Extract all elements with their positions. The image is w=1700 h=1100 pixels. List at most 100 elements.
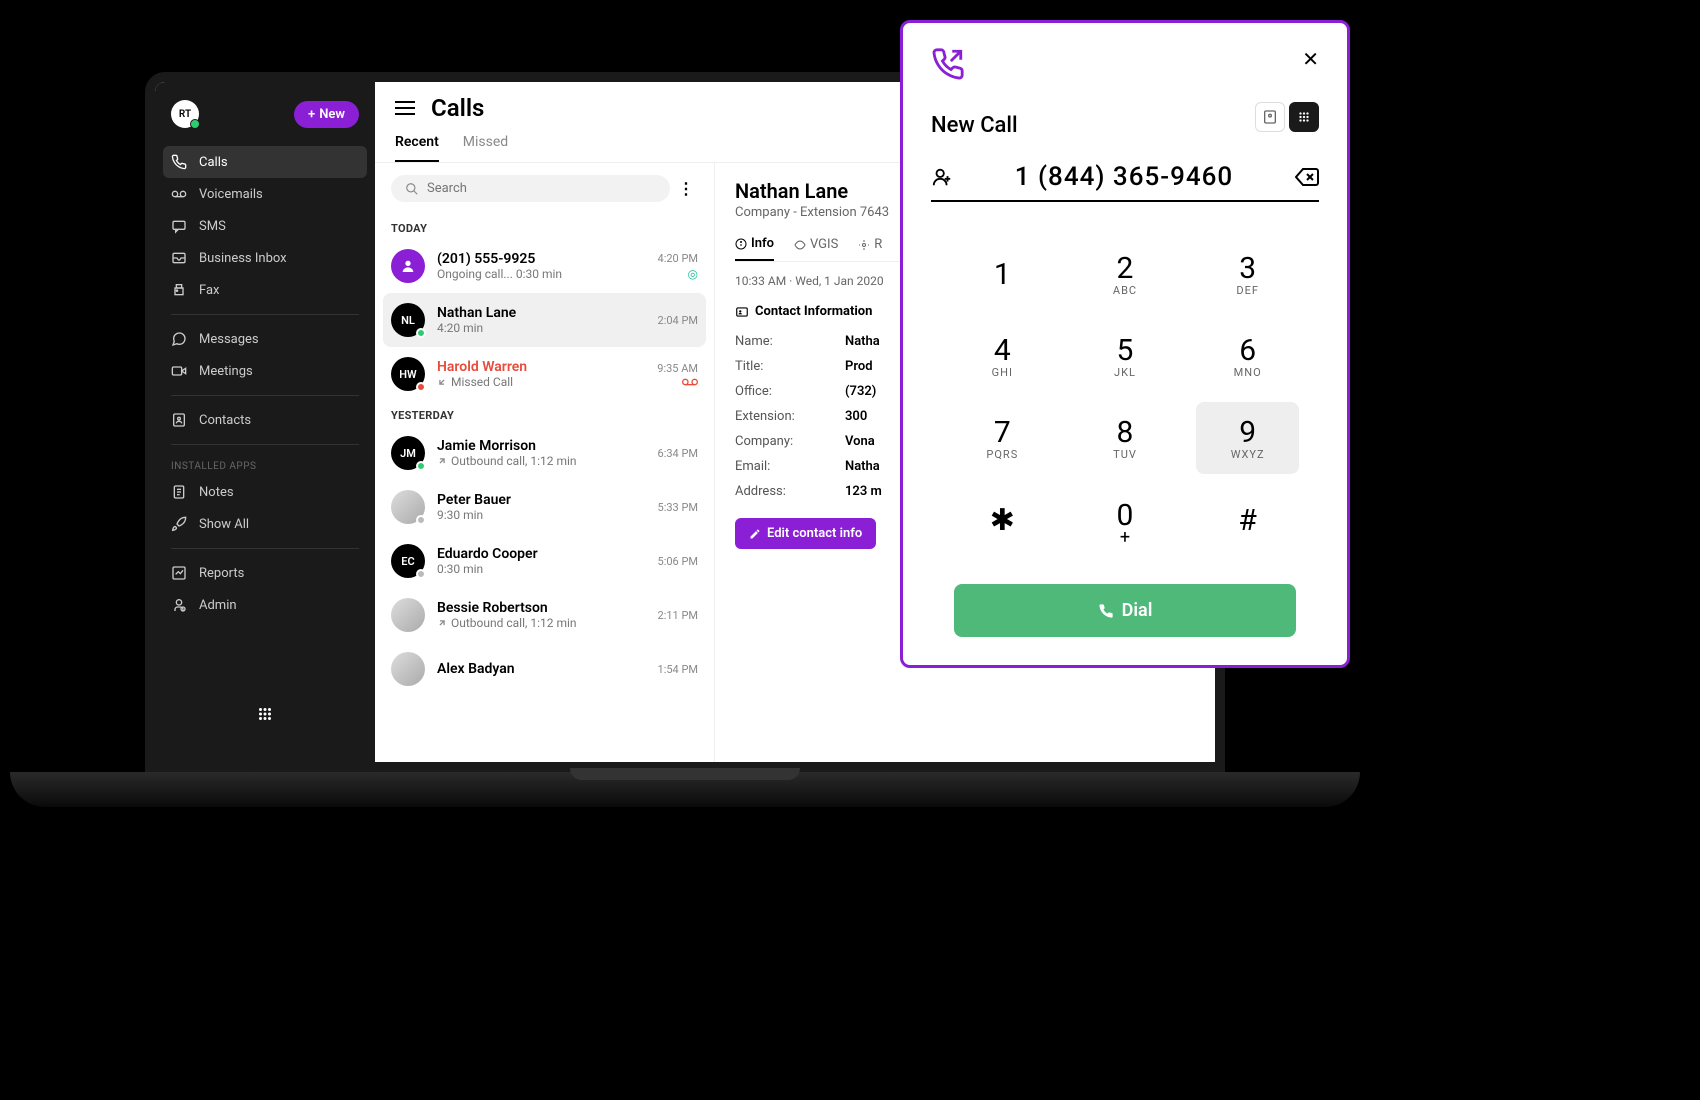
notes-icon bbox=[171, 484, 187, 500]
hamburger-icon[interactable] bbox=[395, 100, 415, 116]
group-label: TODAY bbox=[375, 214, 714, 239]
video-icon bbox=[171, 363, 187, 379]
installed-apps-header: INSTALLED APPS bbox=[155, 453, 375, 476]
sidebar-label: Business Inbox bbox=[199, 251, 287, 266]
call-time: 5:33 PM bbox=[658, 501, 698, 514]
more-icon[interactable]: ⋮ bbox=[678, 179, 698, 198]
sidebar-item-meetings[interactable]: Meetings bbox=[155, 355, 375, 387]
avatar: NL bbox=[391, 303, 425, 337]
call-item[interactable]: ECEduardo Cooper0:30 min5:06 PM bbox=[375, 534, 714, 588]
sidebar: RT + New CallsVoicemails SMS Business Inbo… bbox=[155, 82, 375, 762]
call-time: 5:06 PM bbox=[658, 555, 698, 568]
plus-icon: + bbox=[308, 107, 315, 122]
tab-missed[interactable]: Missed bbox=[463, 134, 508, 162]
avatar bbox=[391, 598, 425, 632]
sidebar-item-calls[interactable]: Calls bbox=[163, 146, 367, 178]
sidebar-item-sms[interactable]: SMS bbox=[155, 210, 375, 242]
dial-number[interactable]: 1 (844) 365-9460 bbox=[969, 162, 1279, 192]
call-item[interactable]: NLNathan Lane4:20 min2:04 PM bbox=[383, 293, 706, 347]
keypad-key-4[interactable]: 4GHI bbox=[951, 320, 1054, 392]
field-label: Title: bbox=[735, 359, 845, 374]
sidebar-item-contacts[interactable]: Contacts bbox=[155, 404, 375, 436]
sidebar-item-fax[interactable]: Fax bbox=[155, 274, 375, 306]
field-value: Natha bbox=[845, 459, 880, 474]
user-avatar[interactable]: RT bbox=[171, 100, 199, 128]
call-item[interactable]: Alex Badyan1:54 PM bbox=[375, 642, 714, 696]
keypad-key-#[interactable]: # bbox=[1196, 484, 1299, 556]
sidebar-label: Admin bbox=[199, 598, 237, 613]
call-name: (201) 555-9925 bbox=[437, 251, 646, 267]
field-label: Email: bbox=[735, 459, 845, 474]
detail-tab-vgis[interactable]: VGIS bbox=[794, 236, 838, 261]
keypad-key-5[interactable]: 5JKL bbox=[1074, 320, 1177, 392]
voicemail-icon bbox=[682, 377, 698, 387]
key-digit: 1 bbox=[994, 257, 1011, 292]
keypad-key-2[interactable]: 2ABC bbox=[1074, 238, 1177, 310]
call-name: Jamie Morrison bbox=[437, 438, 646, 454]
sidebar-item-reports[interactable]: Reports bbox=[155, 557, 375, 589]
edit-contact-button[interactable]: Edit contact info bbox=[735, 518, 876, 549]
phone-outgoing-icon bbox=[931, 47, 965, 81]
field-value: Natha bbox=[845, 334, 880, 349]
dial-button-label: Dial bbox=[1122, 600, 1153, 621]
field-value: 123 m bbox=[845, 484, 882, 499]
keypad-key-8[interactable]: 8TUV bbox=[1074, 402, 1177, 474]
call-item[interactable]: Bessie Robertson Outbound call, 1:12 min… bbox=[375, 588, 714, 642]
add-contact-icon[interactable] bbox=[931, 166, 953, 188]
backspace-icon[interactable] bbox=[1295, 165, 1319, 189]
contacts-toggle[interactable] bbox=[1255, 102, 1285, 132]
key-digit: 2 bbox=[1117, 251, 1134, 286]
sidebar-label: Show All bbox=[199, 517, 249, 532]
avatar: JM bbox=[391, 436, 425, 470]
key-letters: GHI bbox=[992, 366, 1013, 379]
sidebar-item-show-all[interactable]: Show All bbox=[155, 508, 375, 540]
sidebar-item-admin[interactable]: Admin bbox=[155, 589, 375, 621]
keypad-key-6[interactable]: 6MNO bbox=[1196, 320, 1299, 392]
keypad-toggle[interactable] bbox=[1289, 102, 1319, 132]
tab-icon bbox=[735, 238, 747, 250]
call-name: Harold Warren bbox=[437, 359, 645, 375]
dialpad-toggle-icon[interactable] bbox=[251, 700, 279, 728]
new-button[interactable]: + New bbox=[294, 101, 359, 128]
call-item[interactable]: HWHarold Warren Missed Call9:35 AM bbox=[375, 347, 714, 401]
dial-button[interactable]: Dial bbox=[954, 584, 1295, 637]
detail-tab-info[interactable]: Info bbox=[735, 236, 774, 261]
field-value: Prod bbox=[845, 359, 873, 374]
dialer-popup: ✕ New Call 1 (844) 365-9460 12ABC3DEF4GH… bbox=[900, 20, 1350, 668]
call-item[interactable]: Peter Bauer9:30 min5:33 PM bbox=[375, 480, 714, 534]
sidebar-label: Messages bbox=[199, 332, 259, 347]
keypad-key-0[interactable]: 0+ bbox=[1074, 484, 1177, 556]
inbox-icon bbox=[171, 250, 187, 266]
key-letters: WXYZ bbox=[1231, 448, 1265, 461]
section-label: Contact Information bbox=[755, 304, 872, 319]
call-item[interactable]: JMJamie Morrison Outbound call, 1:12 min… bbox=[375, 426, 714, 480]
search-input[interactable] bbox=[391, 175, 670, 202]
search-field[interactable] bbox=[427, 181, 656, 196]
sidebar-item-notes[interactable]: Notes bbox=[155, 476, 375, 508]
sidebar-item-voicemails[interactable]: Voicemails bbox=[155, 178, 375, 210]
avatar: EC bbox=[391, 544, 425, 578]
key-letters: PQRS bbox=[986, 448, 1018, 461]
key-digit: 3 bbox=[1239, 251, 1256, 286]
keypad-key-7[interactable]: 7PQRS bbox=[951, 402, 1054, 474]
field-value: Vona bbox=[845, 434, 875, 449]
keypad-key-9[interactable]: 9WXYZ bbox=[1196, 402, 1299, 474]
call-time: 4:20 PM◎ bbox=[658, 252, 698, 281]
keypad-key-1[interactable]: 1 bbox=[951, 238, 1054, 310]
keypad: 1 2ABC 3DEF 4GHI 5JKL 6MNO 7PQRS 8TUV 9WXYZ ✱ 0+ # bbox=[931, 238, 1319, 556]
sidebar-item-business-inbox[interactable]: Business Inbox bbox=[155, 242, 375, 274]
detail-tab-r[interactable]: R bbox=[858, 236, 882, 261]
sidebar-label: SMS bbox=[199, 219, 226, 234]
keypad-key-✱[interactable]: ✱ bbox=[951, 484, 1054, 556]
avatar bbox=[391, 652, 425, 686]
call-item[interactable]: (201) 555-9925Ongoing call... 0:30 min4:… bbox=[375, 239, 714, 293]
tab-recent[interactable]: Recent bbox=[395, 134, 439, 162]
close-icon[interactable]: ✕ bbox=[1302, 47, 1319, 71]
keypad-key-3[interactable]: 3DEF bbox=[1196, 238, 1299, 310]
key-digit: 8 bbox=[1117, 415, 1134, 450]
field-label: Office: bbox=[735, 384, 845, 399]
phone-icon bbox=[1098, 603, 1114, 619]
field-value: 300 bbox=[845, 409, 867, 424]
sidebar-item-messages[interactable]: Messages bbox=[155, 323, 375, 355]
avatar bbox=[391, 490, 425, 524]
